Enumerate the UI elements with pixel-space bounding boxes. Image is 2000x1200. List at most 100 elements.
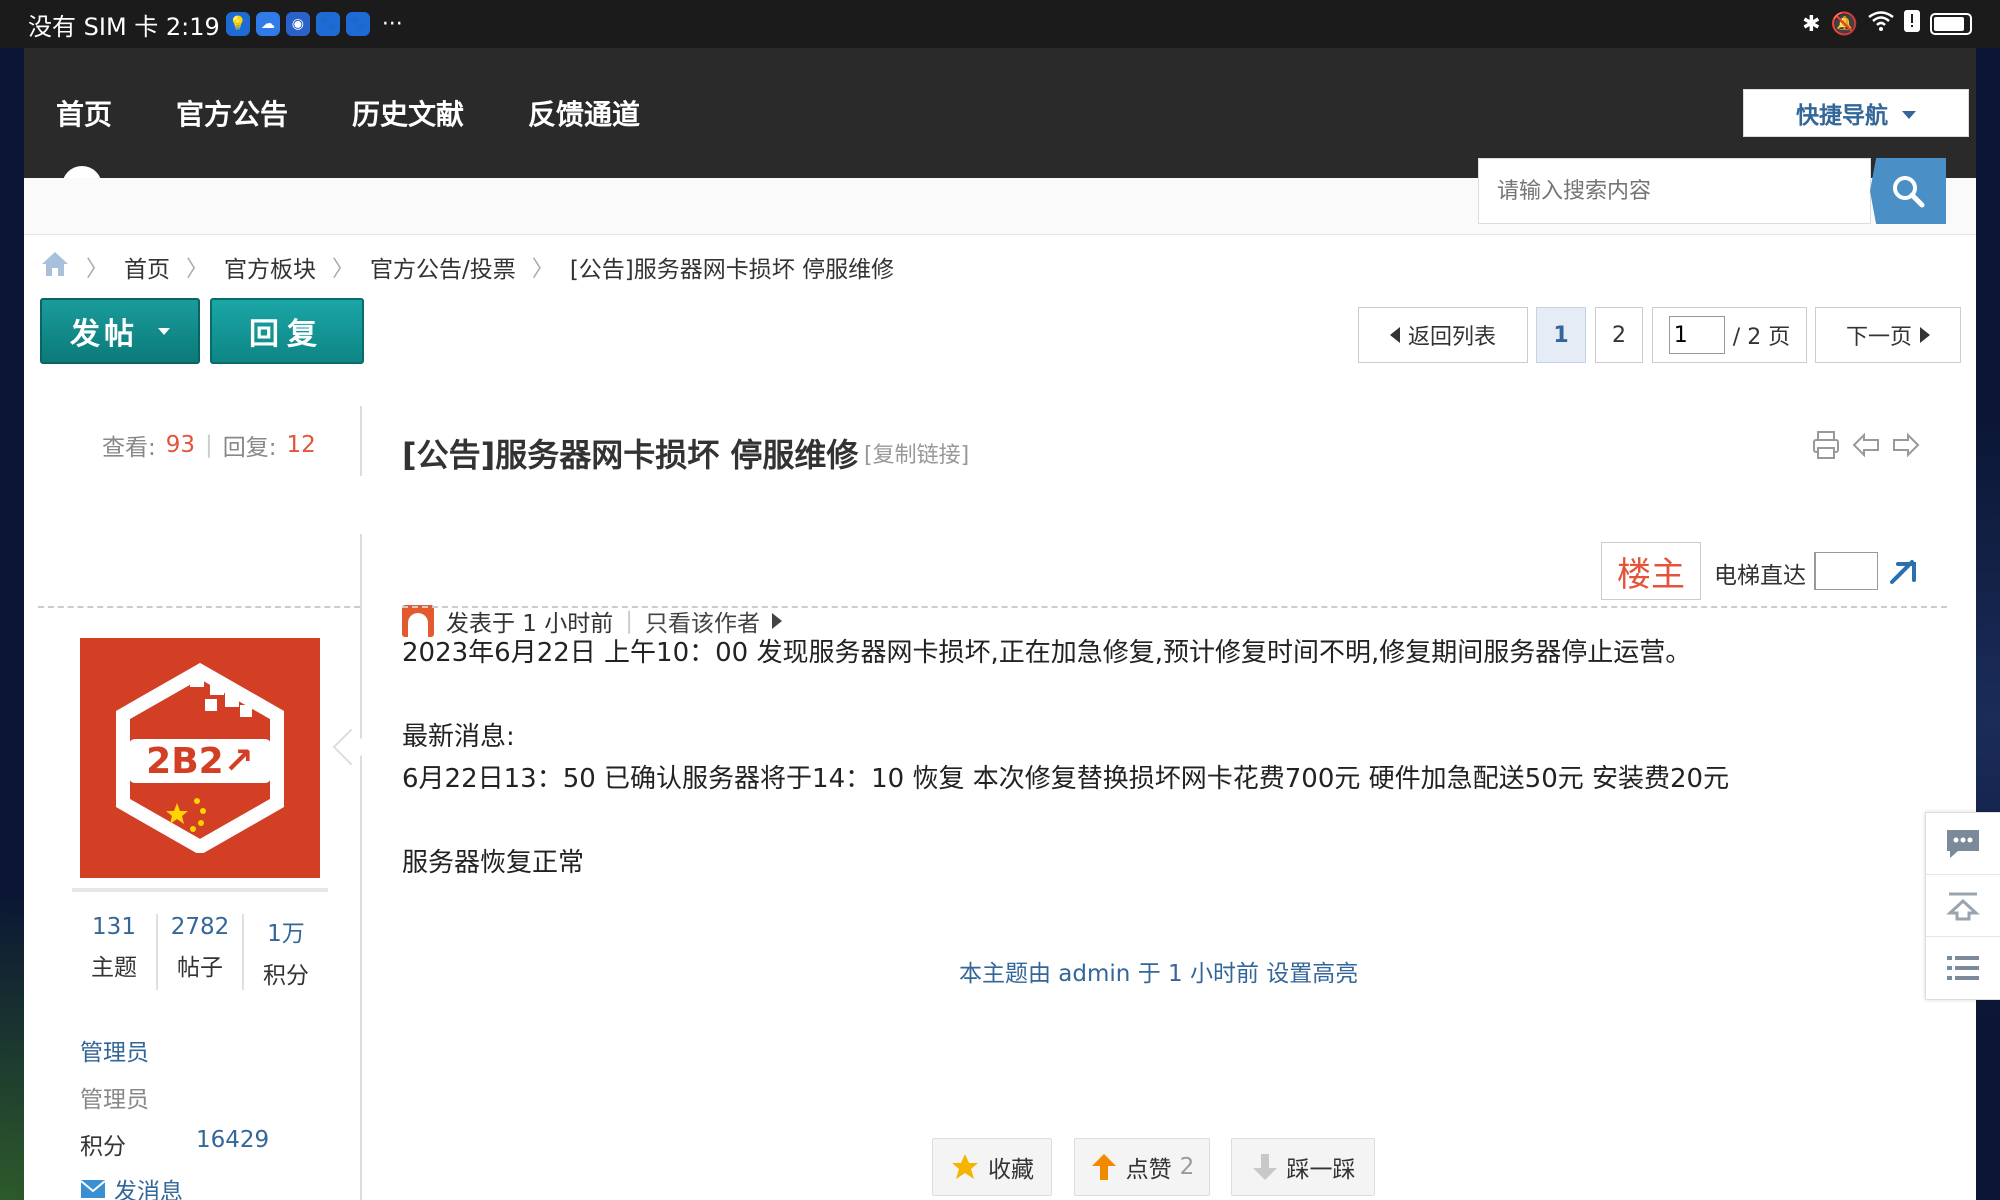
elevator-label: 电梯直达 bbox=[1714, 563, 1806, 589]
stat-label: 主题 bbox=[91, 955, 137, 981]
home-icon[interactable] bbox=[40, 250, 70, 284]
like-button[interactable]: 点赞 2 bbox=[1074, 1138, 1210, 1196]
stat-label: 帖子 bbox=[177, 955, 223, 981]
next-page-label: 下一页 bbox=[1845, 325, 1912, 350]
back-to-top-button[interactable] bbox=[1926, 875, 2000, 937]
stat-value: 131 bbox=[92, 914, 136, 940]
thread-list-button[interactable] bbox=[1926, 937, 2000, 999]
new-post-button[interactable]: 发帖 bbox=[40, 298, 200, 364]
nav-item-announcements[interactable]: 官方公告 bbox=[144, 93, 320, 133]
stat-points[interactable]: 1万 积分 bbox=[242, 914, 328, 990]
post-line: 最新消息: bbox=[402, 722, 515, 752]
author-group[interactable]: 管理员 bbox=[80, 1033, 149, 1067]
divider: | bbox=[205, 432, 213, 458]
browser-page: 首页 官方公告 历史文献 反馈通道 快捷导航 〉 首页 〉 官方板块 〉 官方公… bbox=[24, 48, 1976, 1200]
post-line: 服务器恢复正常 bbox=[402, 848, 585, 878]
breadcrumb-separator: 〉 bbox=[186, 257, 209, 282]
elevator-input[interactable] bbox=[1814, 552, 1878, 590]
column-divider bbox=[360, 406, 362, 476]
post-line: 6月22日13：50 已确认服务器将于14：10 恢复 本次修复替换损坏网卡花费… bbox=[402, 764, 1730, 794]
like-count: 2 bbox=[1179, 1154, 1195, 1180]
breadcrumb-separator: 〉 bbox=[86, 257, 109, 282]
replies-count: 12 bbox=[286, 432, 316, 458]
send-message-label: 发消息 bbox=[114, 1179, 183, 1200]
copy-link-button[interactable]: [复制链接] bbox=[864, 437, 969, 469]
previous-thread-icon[interactable] bbox=[1852, 430, 1880, 464]
mute-bell-icon: 🔕 bbox=[1830, 11, 1858, 37]
search-input[interactable] bbox=[1478, 158, 1871, 224]
page-2-button[interactable]: 2 bbox=[1595, 307, 1643, 363]
nav-item-history[interactable]: 历史文献 bbox=[320, 93, 496, 133]
replies-label: 回复: bbox=[222, 435, 277, 461]
stat-posts[interactable]: 2782 帖子 bbox=[156, 914, 242, 990]
elevator-go-icon[interactable] bbox=[1888, 554, 1920, 590]
quick-nav-button[interactable]: 快捷导航 bbox=[1743, 89, 1969, 137]
arrow-up-icon bbox=[1946, 892, 1980, 920]
floating-side-tools bbox=[1925, 812, 2000, 1000]
quick-nav-label: 快捷导航 bbox=[1796, 103, 1888, 129]
alert-icon bbox=[1904, 10, 1920, 38]
views-label: 查看: bbox=[102, 435, 156, 461]
stat-label: 积分 bbox=[263, 963, 309, 989]
thread-title: [公告]服务器网卡损坏 停服维修 bbox=[402, 436, 859, 474]
print-icon[interactable] bbox=[1812, 430, 1840, 464]
battery-icon bbox=[1930, 13, 1972, 35]
page-jump: / 2 页 bbox=[1652, 307, 1807, 363]
breadcrumb-thread[interactable]: [公告]服务器网卡损坏 停服维修 bbox=[570, 250, 894, 284]
favorite-button[interactable]: 收藏 bbox=[932, 1138, 1052, 1196]
search-icon bbox=[1893, 176, 1925, 208]
page-jump-input[interactable] bbox=[1668, 316, 1725, 354]
stat-topics[interactable]: 131 主题 bbox=[72, 914, 156, 990]
author-role: 管理员 bbox=[80, 1087, 149, 1113]
paw-app-icon: 🐾 bbox=[315, 12, 340, 36]
chevron-down-icon bbox=[158, 327, 170, 335]
dislike-button[interactable]: 踩一踩 bbox=[1231, 1138, 1375, 1196]
system-status-bar: 没有 SIM 卡 2:19 💡 ☁ ◉ 🐾 🐾 ··· ✱ 🔕 bbox=[0, 0, 2000, 48]
reply-button[interactable]: 回复 bbox=[210, 298, 364, 364]
divider: | bbox=[625, 608, 634, 634]
chevron-right-icon bbox=[772, 613, 783, 629]
cloud-app-icon: ☁ bbox=[255, 12, 280, 36]
chat-bubble-icon bbox=[1947, 829, 1979, 858]
favorite-label: 收藏 bbox=[988, 1157, 1034, 1183]
breadcrumb-official[interactable]: 官方板块 bbox=[224, 250, 316, 284]
breadcrumb-separator: 〉 bbox=[531, 257, 554, 282]
logo-icon: 2B2↗ bbox=[116, 663, 284, 853]
thumbs-up-arrow-icon bbox=[1091, 1154, 1116, 1180]
back-to-list-button[interactable]: 返回列表 bbox=[1358, 307, 1528, 363]
stat-value: 1万 bbox=[267, 921, 305, 947]
back-to-list-label: 返回列表 bbox=[1407, 325, 1496, 350]
nav-item-feedback[interactable]: 反馈通道 bbox=[496, 93, 672, 133]
score-label: 积分 bbox=[80, 1134, 126, 1160]
paw-app-icon-2: 🐾 bbox=[345, 12, 370, 36]
chevron-down-icon bbox=[1902, 111, 1916, 119]
send-message-link[interactable]: 发消息 bbox=[80, 1172, 183, 1200]
quick-reply-button[interactable] bbox=[1926, 813, 2000, 875]
floor-badge: 楼主 bbox=[1601, 542, 1701, 600]
wifi-icon bbox=[1868, 11, 1894, 37]
breadcrumb-home[interactable]: 首页 bbox=[124, 250, 170, 284]
speech-arrow bbox=[332, 728, 370, 766]
breadcrumb-board[interactable]: 官方公告/投票 bbox=[370, 250, 516, 284]
column-divider bbox=[360, 534, 362, 1200]
mail-icon bbox=[80, 1180, 106, 1198]
search-button[interactable] bbox=[1870, 158, 1946, 224]
chevron-right-icon bbox=[1920, 327, 1930, 343]
more-notifications-icon: ··· bbox=[381, 11, 403, 37]
page-1-button[interactable]: 1 bbox=[1536, 307, 1586, 363]
author-avatar[interactable]: 2B2↗ bbox=[80, 638, 320, 878]
next-page-button[interactable]: 下一页 bbox=[1815, 307, 1961, 363]
highlight-note: 本主题由 admin 于 1 小时前 设置高亮 bbox=[959, 961, 1359, 987]
avatar-shadow bbox=[72, 888, 328, 892]
views-count: 93 bbox=[165, 432, 196, 458]
next-thread-icon[interactable] bbox=[1892, 430, 1920, 464]
like-label: 点赞 bbox=[1125, 1157, 1172, 1183]
breadcrumb-separator: 〉 bbox=[332, 257, 355, 282]
breadcrumb: 〉 首页 〉 官方板块 〉 官方公告/投票 〉 [公告]服务器网卡损坏 停服维修 bbox=[40, 250, 894, 284]
page-1-label: 1 bbox=[1553, 322, 1569, 348]
page-total-label: / 2 页 bbox=[1732, 325, 1791, 350]
thumbs-down-arrow-icon bbox=[1252, 1154, 1277, 1180]
nav-item-home[interactable]: 首页 bbox=[56, 93, 144, 133]
reply-label: 回复 bbox=[249, 317, 325, 352]
thread-tools bbox=[1812, 430, 1920, 464]
